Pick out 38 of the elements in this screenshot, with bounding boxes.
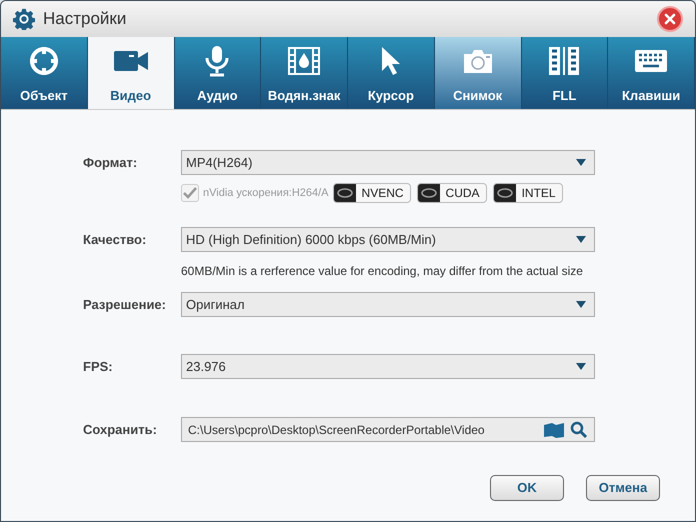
microphone-icon — [204, 44, 230, 76]
accelerator-badge: INTEL — [492, 183, 563, 203]
dropdown-arrow-icon — [576, 159, 586, 166]
field-label: FPS: — [83, 358, 114, 376]
video-camera-icon — [114, 48, 148, 72]
dropdown[interactable]: HD (High Definition) 6000 kbps (60MB/Min) — [181, 227, 595, 252]
dropdown[interactable]: 23.976 — [181, 354, 595, 379]
film-drop-icon — [288, 46, 320, 74]
crosshair-icon — [28, 46, 59, 76]
keyboard-icon — [634, 48, 668, 72]
tab[interactable]: Снимок — [434, 37, 522, 109]
dropdown-arrow-icon — [576, 363, 586, 370]
dropdown-arrow-icon — [576, 236, 586, 243]
close-button[interactable] — [657, 6, 683, 32]
dropdown[interactable]: Оригинал — [181, 292, 595, 317]
ok-button[interactable]: OK — [490, 475, 564, 501]
field-label: Качество: — [83, 230, 148, 249]
dropdown[interactable]: MP4(H264) — [181, 150, 595, 175]
photo-camera-icon — [462, 48, 494, 74]
hint-text: 60MB/Min is a rerference value for encoding, may differ from the actual size — [181, 263, 584, 280]
film-strips-icon — [548, 46, 580, 76]
folder-icon[interactable] — [544, 422, 564, 438]
tab[interactable]: Видео — [88, 37, 174, 109]
accelerator-badge: CUDA — [416, 183, 487, 203]
field-label: Сохранить: — [83, 420, 158, 439]
accelerator-badge: NVENC — [332, 183, 411, 203]
field-label: Разрешение: — [83, 296, 167, 314]
field-label: Формат: — [83, 154, 138, 172]
tab[interactable]: Клавиши — [608, 37, 695, 109]
close-icon — [664, 13, 676, 25]
cursor-icon — [380, 46, 402, 76]
settings-icon — [13, 8, 35, 30]
search-icon[interactable] — [570, 420, 588, 438]
cancel-button[interactable]: Отмена — [586, 475, 660, 501]
dropdown-arrow-icon — [576, 301, 586, 308]
checkbox-label: nVidia ускорения:H264/A — [203, 186, 329, 201]
path-field[interactable]: C:\Users\pcpro\Desktop\ScreenRecorderPortable\Video — [181, 417, 595, 442]
window-title: Настройки — [43, 8, 126, 30]
